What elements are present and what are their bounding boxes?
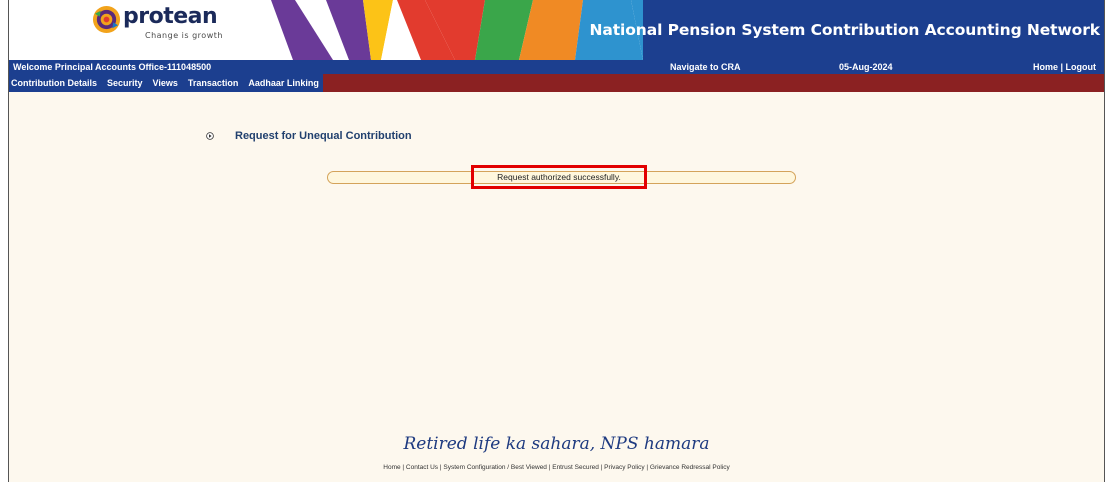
header: protean Change is growth National Pensio…	[9, 0, 1104, 60]
circle-arrow-bullet-icon	[206, 132, 214, 140]
page-frame: protean Change is growth National Pensio…	[8, 0, 1105, 482]
current-date: 05-Aug-2024	[839, 62, 893, 72]
logo-name: protean	[123, 4, 218, 29]
menu-item-aadhaar-linking[interactable]: Aadhaar Linking	[248, 78, 319, 88]
menu-group: Contribution Details Security Views Tran…	[9, 74, 323, 92]
section-heading: Request for Unequal Contribution	[206, 130, 412, 142]
brand-color-stripes	[271, 0, 643, 60]
footer-links[interactable]: Home | Contact Us | System Configuration…	[9, 464, 1104, 471]
footer-slogan: Retired life ka sahara, NPS hamara	[403, 434, 710, 454]
menu-item-contribution-details[interactable]: Contribution Details	[11, 78, 97, 88]
menu-item-views[interactable]: Views	[153, 78, 178, 88]
logo[interactable]: protean Change is growth	[9, 0, 271, 60]
page-title: Request for Unequal Contribution	[235, 130, 412, 142]
highlight-box	[471, 165, 647, 189]
protean-logo-icon	[92, 5, 121, 34]
welcome-text: Welcome Principal Accounts Office-111048…	[13, 62, 212, 72]
menu-item-security[interactable]: Security	[107, 78, 143, 88]
welcome-bar: Welcome Principal Accounts Office-111048…	[9, 60, 1104, 74]
footer-links-text[interactable]: Home | Contact Us | System Configuration…	[383, 464, 729, 471]
home-logout-link[interactable]: Home | Logout	[1033, 60, 1096, 74]
site-title: National Pension System Contribution Acc…	[589, 21, 1100, 39]
menu-bar: Contribution Details Security Views Tran…	[9, 74, 1104, 92]
menu-item-transaction[interactable]: Transaction	[188, 78, 239, 88]
logo-tagline: Change is growth	[145, 31, 223, 40]
navigate-to-cra-link[interactable]: Navigate to CRA	[670, 60, 741, 74]
